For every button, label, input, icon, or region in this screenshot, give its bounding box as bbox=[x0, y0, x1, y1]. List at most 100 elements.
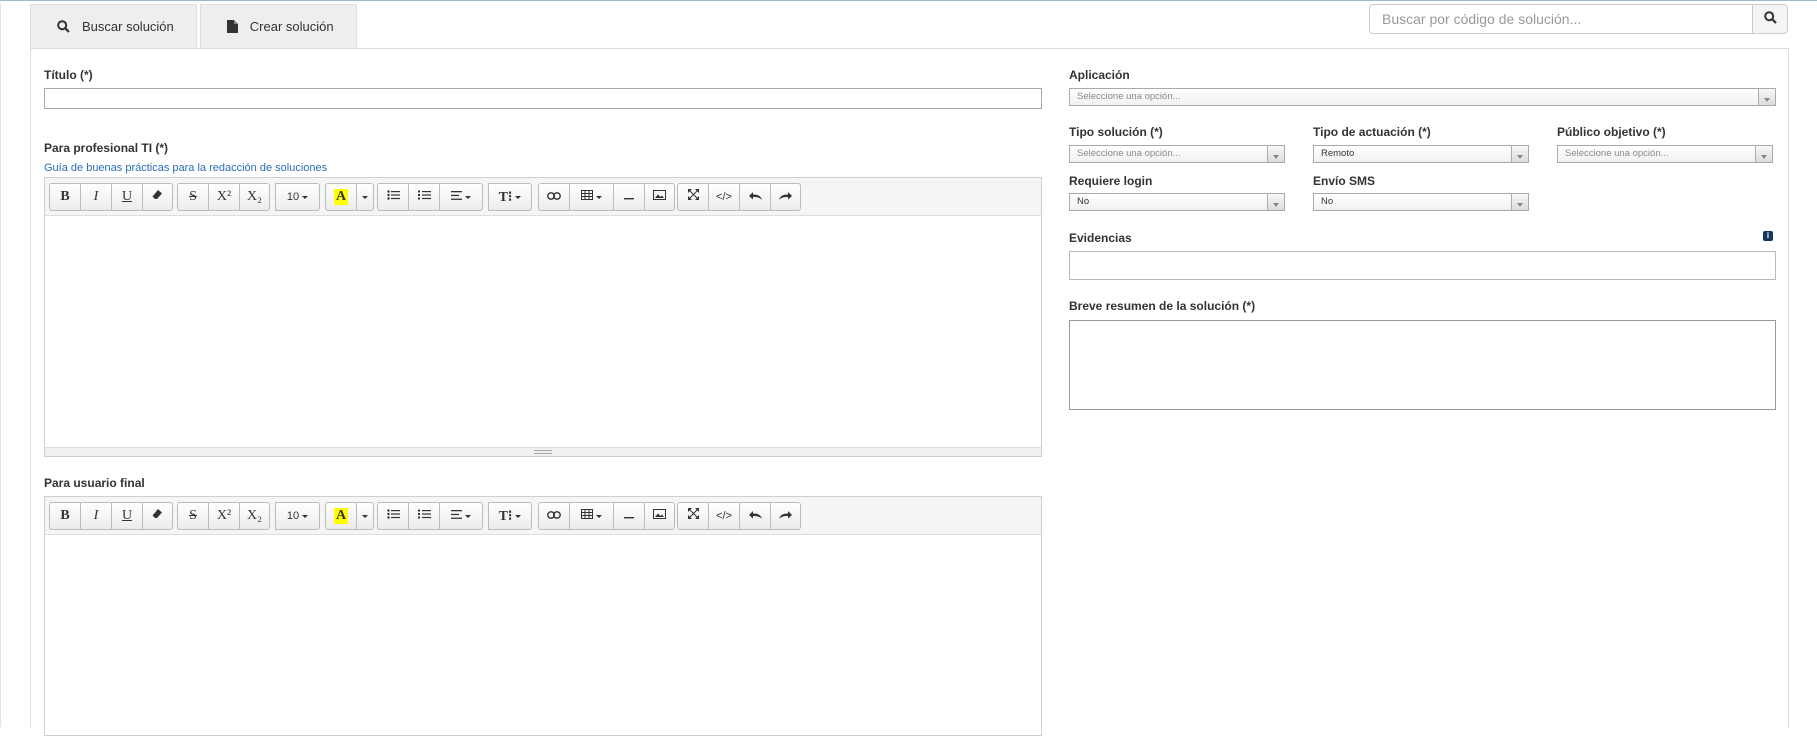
code-icon: </> bbox=[716, 510, 732, 522]
font-size-dropdown[interactable]: 10 bbox=[275, 183, 320, 211]
numbered-list-button[interactable] bbox=[408, 183, 439, 211]
font-family-icon: T⁝ bbox=[498, 508, 513, 524]
tab-buscar-solucion[interactable]: Buscar solución bbox=[30, 4, 197, 48]
guia-link[interactable]: Guía de buenas prácticas para la redacci… bbox=[44, 162, 327, 174]
underline-button[interactable]: U bbox=[111, 183, 142, 211]
eraser-button[interactable] bbox=[142, 183, 173, 211]
undo-icon bbox=[748, 189, 762, 205]
requiere-login-select[interactable]: No bbox=[1069, 193, 1285, 211]
profesional-label: Para profesional TI (*) bbox=[44, 141, 169, 155]
evidencias-label: Evidencias bbox=[1069, 231, 1132, 245]
redo-button[interactable] bbox=[770, 502, 801, 530]
highlight-icon: A bbox=[333, 189, 349, 205]
color-dropdown[interactable] bbox=[356, 183, 374, 211]
tab-crear-solucion[interactable]: Crear solución bbox=[199, 4, 357, 48]
font-family-dropdown[interactable]: T⁝ bbox=[488, 183, 532, 211]
subscript-button[interactable]: X₂ bbox=[239, 502, 270, 530]
font-family-icon: T⁝ bbox=[498, 189, 513, 205]
subscript-button[interactable]: X₂ bbox=[239, 183, 270, 211]
link-button[interactable] bbox=[538, 502, 569, 530]
underline-button[interactable]: U bbox=[111, 502, 142, 530]
tipo-solucion-select[interactable]: Seleccione una opción... bbox=[1069, 145, 1285, 163]
table-dropdown[interactable] bbox=[569, 502, 613, 530]
bullet-list-icon bbox=[386, 508, 400, 524]
highlight-color-button[interactable]: A bbox=[325, 183, 356, 211]
tab-label: Crear solución bbox=[249, 19, 334, 34]
superscript-button[interactable]: X² bbox=[208, 502, 239, 530]
undo-button[interactable] bbox=[739, 502, 770, 530]
redo-button[interactable] bbox=[770, 183, 801, 211]
select-value: No bbox=[1321, 196, 1334, 207]
horizontal-rule-button[interactable] bbox=[613, 502, 644, 530]
bold-button[interactable]: B bbox=[49, 502, 80, 530]
font-size-dropdown[interactable]: 10 bbox=[275, 502, 320, 530]
eraser-button[interactable] bbox=[142, 502, 173, 530]
redo-icon bbox=[779, 508, 792, 524]
editor-content-area[interactable] bbox=[45, 535, 1041, 735]
table-icon bbox=[581, 508, 593, 524]
evidencias-input[interactable] bbox=[1069, 251, 1776, 280]
resumen-textarea[interactable] bbox=[1069, 320, 1776, 410]
table-dropdown[interactable] bbox=[569, 183, 613, 211]
editor-toolbar: B I U S X² X₂ 10 A T⁝ </> bbox=[45, 497, 1041, 535]
align-icon bbox=[451, 508, 462, 524]
titulo-input[interactable] bbox=[44, 88, 1042, 109]
publico-objetivo-select[interactable]: Seleccione una opción... bbox=[1557, 145, 1773, 163]
superscript-button[interactable]: X² bbox=[208, 183, 239, 211]
tipo-actuacion-select[interactable]: Remoto bbox=[1313, 145, 1529, 163]
align-dropdown[interactable] bbox=[439, 502, 483, 530]
tipo-solucion-label: Tipo solución (*) bbox=[1069, 125, 1163, 139]
search-icon bbox=[57, 20, 70, 33]
font-size-value: 10 bbox=[286, 191, 300, 203]
align-dropdown[interactable] bbox=[439, 183, 483, 211]
undo-button[interactable] bbox=[739, 183, 770, 211]
color-dropdown[interactable] bbox=[356, 502, 374, 530]
horizontal-rule-button[interactable] bbox=[613, 183, 644, 211]
aplicacion-label: Aplicación bbox=[1069, 68, 1130, 82]
image-button[interactable] bbox=[644, 183, 675, 211]
strikethrough-button[interactable]: S bbox=[177, 183, 208, 211]
editor-content-area[interactable] bbox=[45, 216, 1041, 447]
fullscreen-button[interactable] bbox=[677, 502, 708, 530]
search-button[interactable] bbox=[1753, 4, 1788, 34]
strikethrough-button[interactable]: S bbox=[177, 502, 208, 530]
bullet-list-button[interactable] bbox=[377, 502, 408, 530]
highlight-icon: A bbox=[333, 508, 349, 524]
numbered-list-button[interactable] bbox=[408, 502, 439, 530]
envio-sms-label: Envío SMS bbox=[1313, 174, 1376, 188]
usuario-final-label: Para usuario final bbox=[44, 476, 145, 490]
bold-button[interactable]: B bbox=[49, 183, 80, 211]
bullet-list-button[interactable] bbox=[377, 183, 408, 211]
align-icon bbox=[451, 189, 462, 205]
file-icon bbox=[226, 20, 238, 33]
select-value: Seleccione una opción... bbox=[1077, 148, 1181, 159]
editor-usuario-final: B I U S X² X₂ 10 A T⁝ </> bbox=[44, 496, 1042, 736]
link-button[interactable] bbox=[538, 183, 569, 211]
info-icon[interactable]: i bbox=[1763, 231, 1773, 241]
search-icon bbox=[1763, 11, 1777, 27]
code-view-button[interactable]: </> bbox=[708, 183, 739, 211]
code-view-button[interactable]: </> bbox=[708, 502, 739, 530]
chevron-down-icon bbox=[1758, 89, 1775, 105]
search-bar bbox=[1369, 4, 1788, 34]
fullscreen-button[interactable] bbox=[677, 183, 708, 211]
aplicacion-select[interactable]: Seleccione una opción... bbox=[1069, 88, 1776, 106]
select-value: Seleccione una opción... bbox=[1077, 91, 1181, 102]
highlight-color-button[interactable]: A bbox=[325, 502, 356, 530]
image-button[interactable] bbox=[644, 502, 675, 530]
search-input[interactable] bbox=[1369, 4, 1753, 34]
envio-sms-select[interactable]: No bbox=[1313, 193, 1529, 211]
table-icon bbox=[581, 189, 593, 205]
redo-icon bbox=[779, 189, 792, 205]
eraser-icon bbox=[152, 508, 163, 524]
link-icon bbox=[547, 189, 561, 205]
italic-button[interactable]: I bbox=[80, 502, 111, 530]
chevron-down-icon bbox=[1267, 146, 1284, 162]
editor-profesional: B I U S X² X₂ 10 A T⁝ </> bbox=[44, 177, 1042, 457]
tab-bar: Buscar solución Crear solución bbox=[30, 4, 360, 48]
code-icon: </> bbox=[716, 191, 732, 203]
italic-button[interactable]: I bbox=[80, 183, 111, 211]
tipo-actuacion-label: Tipo de actuación (*) bbox=[1313, 125, 1431, 139]
font-family-dropdown[interactable]: T⁝ bbox=[488, 502, 532, 530]
editor-resize-handle[interactable] bbox=[45, 447, 1041, 456]
